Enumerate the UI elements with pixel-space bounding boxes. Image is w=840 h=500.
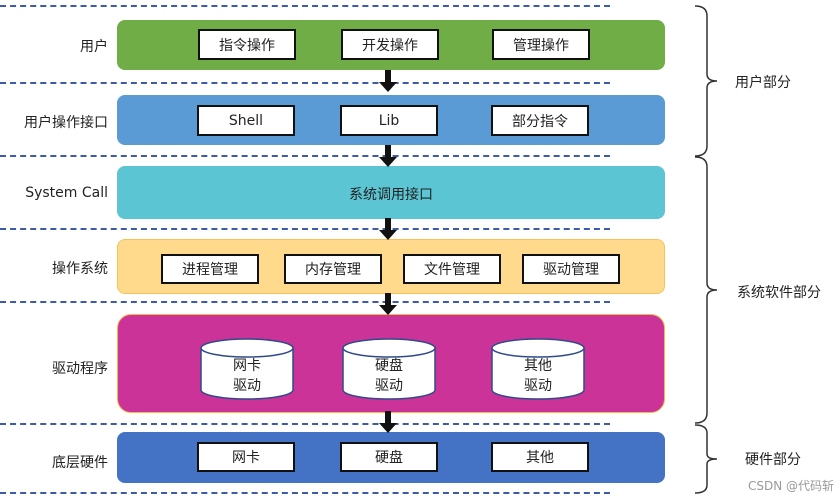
driver-cylinder: 硬盘 驱动: [342, 338, 436, 400]
separator-line: [0, 301, 610, 303]
down-arrow-icon: [379, 70, 397, 92]
item-box: 其他: [491, 442, 589, 472]
separator-line: [0, 5, 610, 7]
layer-label-hardware: 底层硬件: [52, 455, 108, 471]
driver-cylinder: 网卡 驱动: [200, 338, 294, 400]
separator-line: [0, 228, 610, 230]
item-box: 驱动管理: [522, 254, 620, 284]
driver-suffix: 驱动: [524, 378, 552, 394]
driver-cylinder: 其他 驱动: [491, 338, 585, 400]
brace-system-software-part: [695, 156, 718, 424]
item-box: 进程管理: [161, 254, 259, 284]
group-label-user: 用户部分: [735, 75, 791, 91]
item-box: 内存管理: [284, 254, 382, 284]
down-arrow-icon: [379, 145, 397, 167]
group-label-hardware: 硬件部分: [745, 452, 801, 468]
layer-label-os: 操作系统: [52, 261, 108, 277]
system-call-text: 系统调用接口: [349, 187, 433, 203]
driver-name: 硬盘: [375, 358, 403, 374]
item-box: 文件管理: [403, 254, 501, 284]
layer-label-user: 用户: [80, 39, 108, 55]
separator-line: [0, 82, 610, 84]
item-box: Lib: [340, 105, 438, 136]
down-arrow-icon: [379, 411, 397, 433]
separator-line: [0, 423, 610, 425]
item-box: 网卡: [197, 442, 295, 472]
down-arrow-icon: [379, 293, 397, 315]
layer-label-drivers: 驱动程序: [52, 361, 108, 377]
item-box: 部分指令: [491, 105, 589, 136]
driver-name: 其他: [524, 358, 552, 374]
item-box: 指令操作: [198, 29, 296, 60]
driver-suffix: 驱动: [375, 378, 403, 394]
down-arrow-icon: [379, 218, 397, 240]
item-box: 开发操作: [341, 29, 439, 60]
brace-user-part: [695, 5, 718, 157]
layer-label-system-call: System Call: [25, 185, 108, 201]
driver-suffix: 驱动: [233, 378, 261, 394]
separator-line: [0, 492, 610, 494]
layer-label-user-interface: 用户操作接口: [24, 115, 108, 131]
separator-line: [0, 155, 610, 157]
group-label-system-software: 系统软件部分: [737, 285, 821, 301]
item-box: 硬盘: [340, 442, 438, 472]
watermark: CSDN @代码斩: [747, 479, 834, 493]
item-box: 管理操作: [492, 29, 590, 60]
item-box: Shell: [197, 105, 295, 136]
brace-hardware-part: [695, 424, 718, 494]
driver-name: 网卡: [233, 358, 261, 374]
